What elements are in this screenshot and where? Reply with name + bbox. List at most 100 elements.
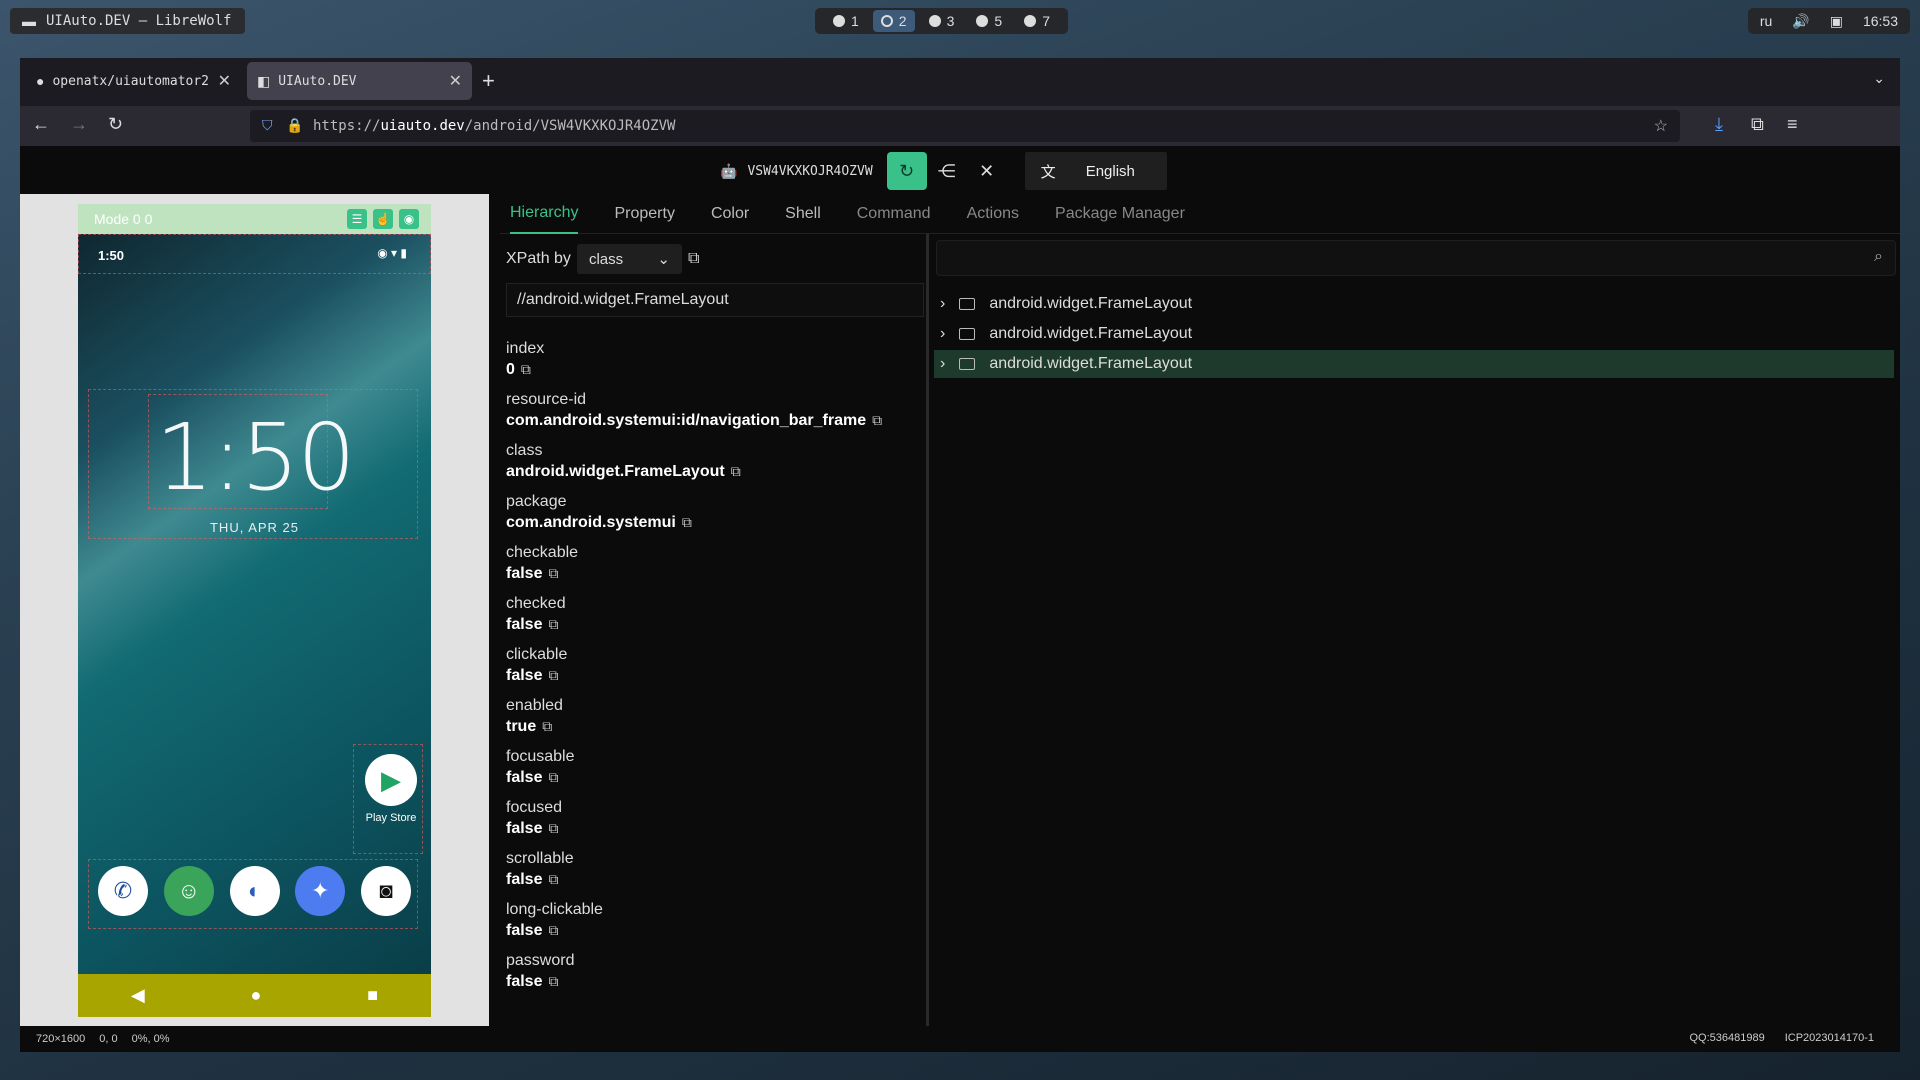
copy-icon[interactable]: ⧉ (521, 361, 531, 377)
lock-icon[interactable]: 🔒 (286, 117, 303, 134)
copy-icon[interactable]: ⧉ (688, 250, 699, 268)
property-item: resource-id com.android.systemui:id/navig… (506, 390, 926, 441)
xpath-row: XPath by class ⌄ ⧉ (506, 244, 699, 274)
copy-icon[interactable]: ⧉ (548, 769, 558, 785)
chevron-right-icon[interactable]: › (940, 295, 945, 313)
tree-node[interactable]: › android.widget.FrameLayout (934, 320, 1894, 348)
url-bar[interactable]: ⛉ 🔒 https://uiauto.dev/android/VSW4VKXKO… (250, 110, 1680, 142)
property-item: checked false ⧉ (506, 594, 926, 645)
close-button[interactable]: ✕ (967, 152, 1007, 190)
volume-icon[interactable]: 🔊 (1792, 13, 1809, 30)
tab-github[interactable]: ● openatx/uiautomator2 ✕ (26, 62, 241, 100)
property-item: enabled true ⧉ (506, 696, 926, 747)
record-icon[interactable]: ◉ (399, 209, 419, 229)
tab-command[interactable]: Command (857, 194, 931, 234)
recents-square-icon[interactable]: ■ (367, 985, 378, 1006)
keyboard-layout[interactable]: ru (1760, 13, 1772, 29)
property-item: scrollable false ⧉ (506, 849, 926, 900)
tab-bar: ● openatx/uiautomator2 ✕ ◧ UIAuto.DEV ✕ … (20, 58, 1900, 106)
close-icon[interactable]: ✕ (218, 71, 231, 91)
property-value: false ⧉ (506, 871, 559, 888)
play-store-icon: ▶ (365, 754, 417, 806)
touch-icon[interactable]: ☝ (373, 209, 393, 229)
copy-icon[interactable]: ⧉ (548, 922, 558, 938)
cursor-coords: 0, 0 (99, 1033, 118, 1045)
new-tab-button[interactable]: + (482, 68, 495, 94)
tree-node-label: android.widget.FrameLayout (989, 325, 1193, 342)
folder-icon (959, 298, 976, 310)
xpath-by-select[interactable]: class ⌄ (576, 244, 682, 274)
chevron-down-icon[interactable]: ⌄ (1873, 70, 1885, 87)
workspace-3[interactable]: 3 (921, 10, 963, 32)
workspace-1[interactable]: 1 (825, 10, 867, 32)
camera-app-icon[interactable]: ◙ (361, 866, 411, 916)
assistant-app-icon[interactable]: ✦ (295, 866, 346, 916)
copy-icon[interactable]: ⧉ (548, 871, 558, 887)
property-item: password false ⧉ (506, 951, 926, 1002)
copy-icon[interactable]: ⧉ (542, 718, 552, 734)
tab-color[interactable]: Color (711, 194, 749, 234)
back-triangle-icon[interactable]: ◀ (131, 985, 145, 1006)
share-button[interactable]: ⋲ (927, 152, 967, 190)
copy-icon[interactable]: ⧉ (548, 667, 558, 683)
search-icon[interactable]: ⌕ (1874, 248, 1883, 266)
back-arrow-icon[interactable]: ← (32, 114, 50, 135)
tab-shell[interactable]: Shell (785, 194, 821, 234)
xpath-input[interactable]: //android.widget.FrameLayout (506, 283, 924, 317)
tab-actions[interactable]: Actions (967, 194, 1019, 234)
property-value: false ⧉ (506, 820, 559, 837)
tree-node[interactable]: › android.widget.FrameLayout (934, 350, 1894, 378)
copy-icon[interactable]: ⧉ (548, 820, 558, 836)
property-value: true ⧉ (506, 718, 553, 735)
device-screen[interactable]: Mode 0 0 ☰ ☝ ◉ 1:50 ◉ ▾ ▮ 1:50 THU, APR … (78, 204, 431, 1017)
messages-app-icon[interactable]: ☺ (163, 866, 214, 916)
phone-app-icon[interactable]: ✆ (98, 866, 148, 916)
chevron-right-icon[interactable]: › (940, 325, 945, 343)
property-item: clickable false ⧉ (506, 645, 926, 696)
property-value: false ⧉ (506, 922, 559, 939)
phone-home-screen[interactable]: 1:50 ◉ ▾ ▮ 1:50 THU, APR 25 ▶ Play Store… (78, 234, 431, 1017)
close-icon[interactable]: ✕ (449, 71, 462, 91)
copy-icon[interactable]: ⧉ (682, 514, 692, 530)
workspace-7[interactable]: 7 (1016, 10, 1058, 32)
chevron-right-icon[interactable]: › (940, 355, 945, 373)
forward-arrow-icon[interactable]: → (70, 114, 88, 135)
android-nav-bar: ◀ ● ■ (78, 974, 431, 1017)
folder-icon (959, 328, 976, 340)
property-key: scrollable (506, 850, 574, 867)
tab-property[interactable]: Property (614, 194, 674, 234)
property-key: long-clickable (506, 901, 603, 918)
tab-uiauto[interactable]: ◧ UIAuto.DEV ✕ (247, 62, 472, 100)
workspace-5[interactable]: 5 (968, 10, 1010, 32)
tree-search-input[interactable]: ⌕ (936, 240, 1896, 276)
tree-node[interactable]: › android.widget.FrameLayout (934, 290, 1894, 318)
property-item: long-clickable false ⧉ (506, 900, 926, 951)
copy-icon[interactable]: ⧉ (548, 973, 558, 989)
copy-icon[interactable]: ⧉ (731, 463, 741, 479)
lockscreen-clock: 1:50 (155, 404, 356, 511)
menu-icon[interactable]: ≡ (1787, 114, 1798, 135)
play-store-app[interactable]: ▶ Play Store (360, 754, 422, 844)
system-tray: ru 🔊 ▣ 16:53 (1747, 8, 1910, 34)
copy-icon[interactable]: ⧉ (872, 412, 882, 428)
tab-hierarchy[interactable]: Hierarchy (510, 194, 579, 234)
property-key: focused (506, 799, 563, 816)
workspace-2[interactable]: 2 (872, 10, 915, 32)
inspector-tabs: Hierarchy Property Color Shell Command A… (500, 194, 1900, 234)
copy-icon[interactable]: ⧉ (548, 565, 558, 581)
star-icon[interactable]: ☆ (1654, 116, 1668, 136)
shield-icon[interactable]: ⛉ (262, 117, 273, 134)
download-icon[interactable]: ⤓ (1715, 114, 1723, 135)
extensions-icon[interactable]: ⧉ (1751, 114, 1764, 135)
refresh-button[interactable]: ↻ (886, 152, 927, 190)
list-icon[interactable]: ☰ (347, 209, 367, 229)
tab-package-manager[interactable]: Package Manager (1055, 194, 1185, 234)
chat-app-icon[interactable]: ◐ (229, 866, 280, 916)
screen-icon[interactable]: ▣ (1830, 13, 1843, 30)
copy-icon[interactable]: ⧉ (548, 616, 558, 632)
home-circle-icon[interactable]: ● (251, 985, 262, 1006)
reload-icon[interactable]: ↻ (108, 114, 123, 135)
window-title-pill[interactable]: ▬ UIAuto.DEV — LibreWolf (10, 8, 246, 34)
language-selector[interactable]: 文 English (1024, 152, 1167, 190)
property-value: com.android.systemui:id/navigation_bar_f… (506, 412, 883, 429)
